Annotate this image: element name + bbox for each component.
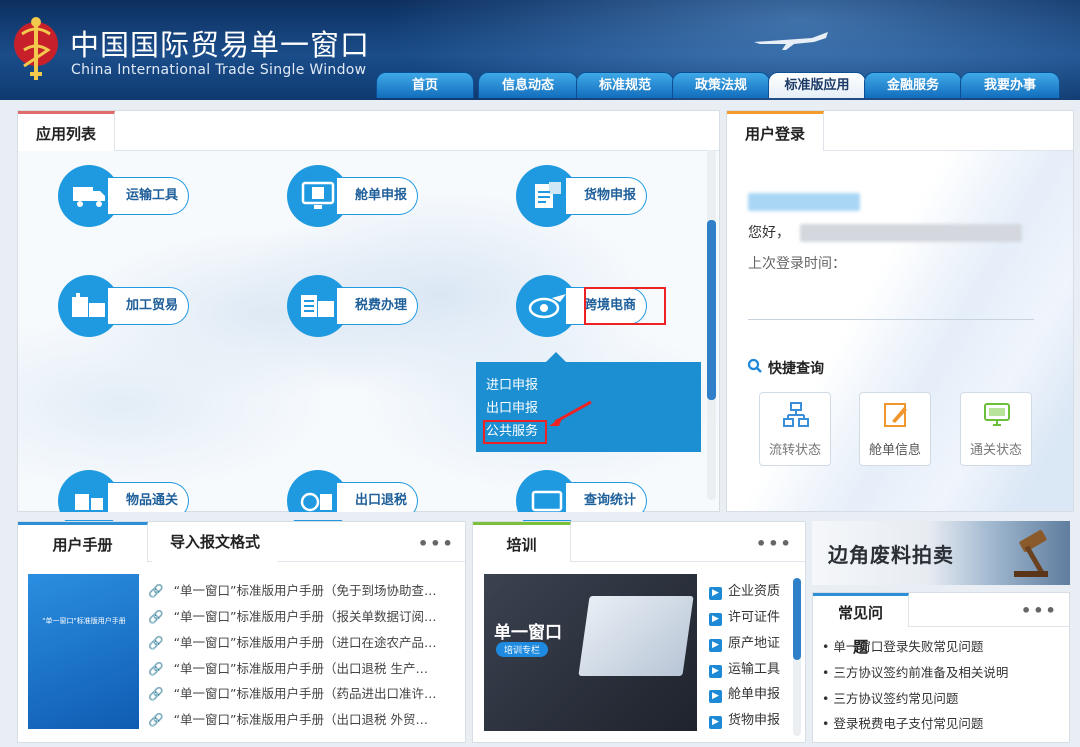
submenu-import-declaration[interactable]: 进口申报 [486,374,691,397]
auction-banner[interactable]: 边角废料拍卖 [812,521,1070,585]
training-item[interactable]: ▶ 货物申报 [709,709,780,729]
manual-item[interactable]: 🔗 “单一窗口”标准版用户手册（免于到场协助查… [148,580,437,599]
search-icon [747,358,762,373]
panel-header: 用户手册 导入报文格式 [18,522,465,562]
scrollbar-thumb[interactable] [793,578,801,660]
panel-gap [17,512,720,520]
laptop-image [578,596,694,676]
training-scrollbar[interactable] [793,578,801,736]
manual-item[interactable]: 🔗 “单一窗口”标准版用户手册（药品进出口准许… [148,683,437,702]
tab-user-manual[interactable]: 用户手册 [18,522,148,562]
training-item[interactable]: ▶ 许可证件 [709,606,780,626]
scrollbar-thumb[interactable] [707,220,716,400]
manual-cover-image[interactable]: "单一窗口"标准版用户手册 [28,574,139,729]
paperclip-icon: 🔗 [148,712,164,727]
tab-news[interactable]: 信息动态 [478,72,578,98]
training-item[interactable]: ▶ 原产地证 [709,632,780,652]
edit-document-icon [884,403,907,427]
quick-query-title: 快捷查询 [768,361,824,377]
manual-item[interactable]: 🔗 “单一窗口”标准版用户手册（出口退税 生产… [148,658,428,677]
paperclip-icon: 🔗 [148,583,164,598]
site-title: 中国国际贸易单一窗口 [70,28,371,62]
tab-faq[interactable]: 常见问题 [813,593,909,656]
panel-header: 应用列表 [18,111,719,151]
user-info-blurred [800,224,1022,242]
highlight-box-ecommerce [584,287,666,325]
play-icon: ▶ [709,587,722,600]
training-image[interactable]: 单一窗口 培训专栏 [484,574,697,731]
greeting-text: 您好， [748,225,790,241]
paperclip-icon: 🔗 [148,661,164,676]
username-blurred [748,193,860,211]
tab-policy[interactable]: 政策法规 [672,72,770,98]
tab-finance[interactable]: 金融服务 [864,72,962,98]
last-login-label: 上次登录时间： [748,256,846,272]
training-item[interactable]: ▶ 舱单申报 [709,683,780,703]
quick-manifest-info[interactable]: 舱单信息 [859,392,931,466]
tab-standard-apps[interactable]: 标准版应用 [768,72,866,98]
tab-import-format[interactable]: 导入报文格式 [152,522,279,562]
panel-header: 用户登录 [727,111,1073,151]
training-item[interactable]: ▶ 企业资质 [709,580,780,600]
customs-emblem-logo [14,17,58,80]
faq-item[interactable]: • 单一窗口登录失败常见问题 [822,636,983,655]
play-icon: ▶ [709,639,722,652]
more-button[interactable]: ••• [1021,601,1058,620]
training-item[interactable]: ▶ 运输工具 [709,658,780,678]
tab-user-login[interactable]: 用户登录 [727,111,825,151]
app-list-scrollbar[interactable] [707,150,716,500]
site-header: 中国国际贸易单一窗口 China International Trade Sin… [0,0,1080,100]
manual-item[interactable]: 🔗 “单一窗口”标准版用户手册（出口退税 外贸… [148,709,428,728]
manual-item[interactable]: 🔗 “单一窗口”标准版用户手册（报关单数据订阅… [148,606,437,625]
network-icon [783,402,809,427]
faq-item[interactable]: • 三方协议签约常见问题 [822,688,958,707]
play-icon: ▶ [709,613,722,626]
quick-clearance-status[interactable]: 通关状态 [960,392,1032,466]
tab-training[interactable]: 培训 [473,522,571,562]
paperclip-icon: 🔗 [148,686,164,701]
tab-services[interactable]: 我要办事 [960,72,1060,98]
play-icon: ▶ [709,665,722,678]
paperclip-icon: 🔗 [148,609,164,624]
play-icon: ▶ [709,716,722,729]
monitor-icon [984,403,1010,426]
play-icon: ▶ [709,690,722,703]
gavel-icon [1014,530,1048,577]
tab-app-list[interactable]: 应用列表 [18,111,116,151]
highlight-box-public-service [483,420,547,444]
site-subtitle: China International Trade Single Window [71,62,367,78]
red-arrow-icon [549,400,592,426]
divider [748,319,1034,320]
more-button[interactable]: ••• [418,534,455,553]
manual-item[interactable]: 🔗 “单一窗口”标准版用户手册（进口在途农产品… [148,632,437,651]
faq-item[interactable]: • 登录税费电子支付常见问题 [822,713,983,732]
quick-flow-status[interactable]: 流转状态 [759,392,831,466]
faq-item[interactable]: • 三方协议签约前准备及相关说明 [822,662,1008,681]
more-button[interactable]: ••• [756,534,793,553]
tab-home[interactable]: 首页 [376,72,474,98]
paperclip-icon: 🔗 [148,635,164,650]
airplane-icon [754,32,828,50]
tab-standards[interactable]: 标准规范 [576,72,674,98]
